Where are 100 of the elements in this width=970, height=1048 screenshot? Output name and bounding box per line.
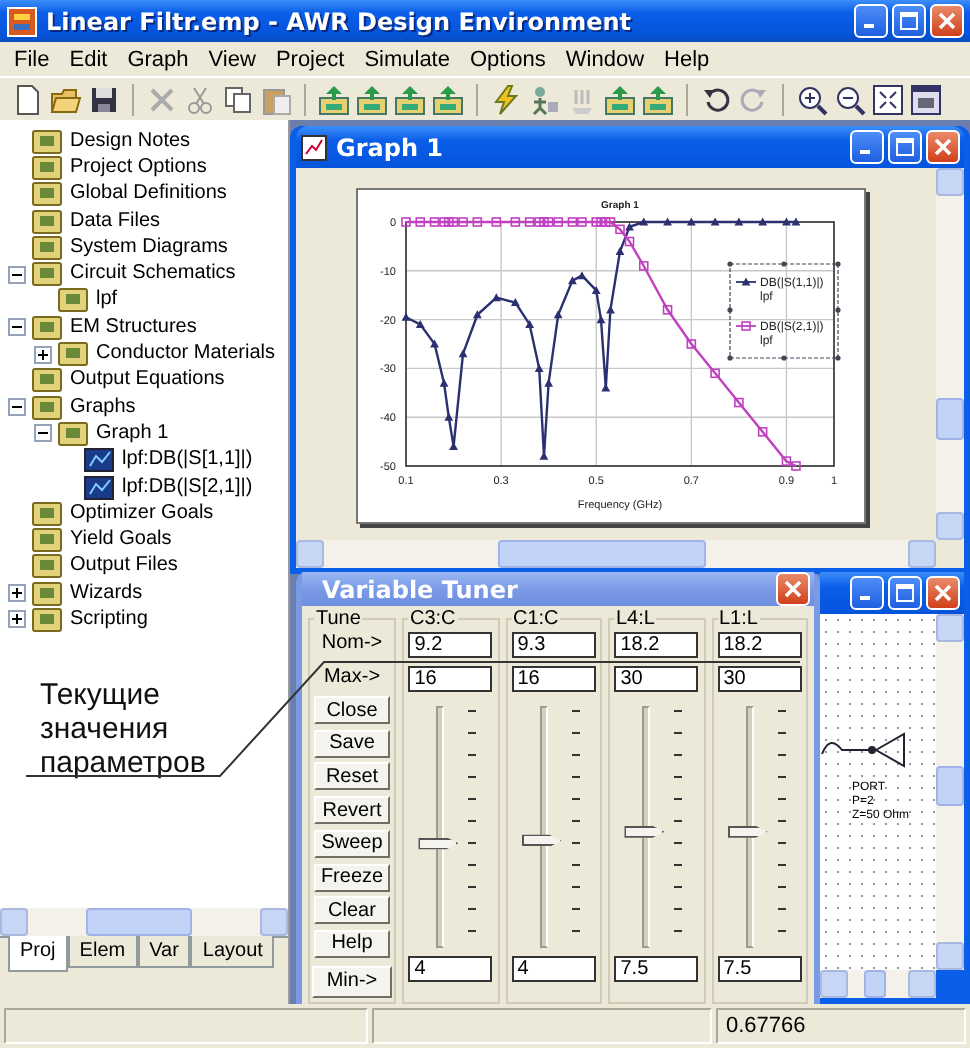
close-button[interactable] bbox=[930, 4, 964, 38]
min-field[interactable]: 7.5 bbox=[717, 956, 802, 982]
tray-arrow-icon[interactable] bbox=[604, 83, 636, 115]
menu-item[interactable]: File bbox=[4, 47, 60, 71]
copy-icon[interactable] bbox=[222, 83, 254, 115]
min-field[interactable]: 7.5 bbox=[614, 956, 699, 982]
slider-thumb[interactable] bbox=[624, 825, 665, 838]
menu-item[interactable]: Project bbox=[265, 47, 355, 71]
tuner-button[interactable]: Help bbox=[314, 929, 390, 958]
expand-toggle[interactable] bbox=[8, 584, 26, 603]
fit-view-icon[interactable] bbox=[872, 83, 904, 115]
window-icon[interactable] bbox=[910, 83, 942, 115]
save-icon[interactable] bbox=[88, 83, 120, 115]
tree-item[interactable]: Yield Goals bbox=[68, 528, 174, 553]
max-field[interactable]: 30 bbox=[614, 666, 699, 692]
collapse-toggle[interactable] bbox=[8, 265, 26, 284]
horizontal-scrollbar[interactable] bbox=[820, 970, 936, 998]
tree-item[interactable]: lpf:DB(|S[2,1]|) bbox=[120, 475, 255, 499]
lightning-icon[interactable] bbox=[490, 83, 522, 115]
minimize-button[interactable] bbox=[854, 4, 888, 38]
vertical-scrollbar[interactable] bbox=[936, 614, 964, 970]
vertical-scrollbar[interactable] bbox=[936, 168, 964, 540]
menu-item[interactable]: View bbox=[198, 47, 266, 71]
tray-arrow-icon[interactable] bbox=[356, 83, 388, 115]
figure-icon[interactable] bbox=[528, 83, 560, 115]
menu-item[interactable]: Graph bbox=[117, 47, 199, 71]
min-field[interactable]: 4 bbox=[408, 956, 493, 982]
tray-arrow-icon[interactable] bbox=[642, 83, 674, 115]
menu-item[interactable]: Edit bbox=[59, 47, 118, 71]
data-point bbox=[639, 217, 649, 226]
tray-arrow-icon[interactable] bbox=[318, 83, 350, 115]
maximize-button[interactable] bbox=[892, 4, 926, 38]
undo-icon[interactable] bbox=[700, 83, 732, 115]
nominal-field[interactable]: 9.2 bbox=[408, 632, 493, 658]
slider-thumb[interactable] bbox=[727, 825, 768, 838]
tuner-button[interactable]: Reset bbox=[314, 762, 390, 791]
close-button[interactable] bbox=[926, 130, 960, 164]
maximize-button[interactable] bbox=[888, 576, 922, 610]
min-field[interactable]: 4 bbox=[511, 956, 596, 982]
new-file-icon[interactable] bbox=[12, 83, 44, 115]
tuner-button[interactable]: Sweep bbox=[314, 829, 390, 858]
tree-item[interactable]: Scripting bbox=[68, 607, 150, 632]
horizontal-scrollbar[interactable] bbox=[296, 540, 936, 568]
tree-item[interactable]: Project Options bbox=[68, 155, 209, 180]
tree-item[interactable]: Global Definitions bbox=[68, 182, 229, 207]
tree-item[interactable]: lpf bbox=[94, 288, 120, 313]
zoom-out-icon[interactable] bbox=[834, 83, 866, 115]
nominal-field[interactable]: 18.2 bbox=[717, 632, 802, 658]
tree-item[interactable]: lpf:DB(|S[1,1]|) bbox=[120, 448, 255, 473]
close-button[interactable] bbox=[926, 576, 960, 610]
slider-thumb[interactable] bbox=[521, 834, 562, 847]
tree-item[interactable]: Circuit Schematics bbox=[68, 262, 238, 287]
panel-tab[interactable]: Elem bbox=[67, 936, 138, 968]
panel-tab[interactable]: Proj bbox=[8, 936, 68, 972]
data-point bbox=[415, 320, 425, 329]
collapse-toggle[interactable] bbox=[34, 424, 52, 443]
paste-icon[interactable] bbox=[260, 83, 292, 115]
expand-toggle[interactable] bbox=[8, 610, 26, 629]
tree-item[interactable]: Graphs bbox=[68, 395, 138, 420]
menu-item[interactable]: Options bbox=[459, 47, 556, 71]
tree-item[interactable]: Optimizer Goals bbox=[68, 501, 216, 526]
tuner-button[interactable]: Freeze bbox=[314, 863, 390, 892]
menu-item[interactable]: Window bbox=[555, 47, 655, 71]
tree-item[interactable]: Graph 1 bbox=[94, 421, 171, 446]
data-point bbox=[449, 442, 458, 451]
collapse-toggle[interactable] bbox=[8, 318, 26, 337]
panel-tab[interactable]: Layout bbox=[190, 936, 275, 968]
tree-item[interactable]: Output Files bbox=[68, 554, 180, 579]
panel-tab[interactable]: Var bbox=[137, 936, 191, 968]
tree-item[interactable]: Conductor Materials bbox=[94, 342, 277, 367]
zoom-in-icon[interactable] bbox=[796, 83, 828, 115]
tree-item[interactable]: EM Structures bbox=[68, 315, 199, 340]
menu-item[interactable]: Simulate bbox=[354, 47, 460, 71]
collapse-toggle[interactable] bbox=[8, 398, 26, 417]
tray-arrow-icon[interactable] bbox=[432, 83, 464, 115]
folder-icon bbox=[32, 315, 62, 340]
tuner-button[interactable]: Revert bbox=[314, 796, 390, 825]
open-folder-icon[interactable] bbox=[50, 83, 82, 115]
minimize-button[interactable] bbox=[850, 130, 884, 164]
minimize-button[interactable] bbox=[850, 576, 884, 610]
tuner-button[interactable]: Clear bbox=[314, 896, 390, 925]
max-field[interactable]: 16 bbox=[408, 666, 493, 692]
tray-arrow-icon[interactable] bbox=[394, 83, 426, 115]
tree-item[interactable]: Data Files bbox=[68, 209, 163, 234]
max-field[interactable]: 30 bbox=[717, 666, 802, 692]
slider-thumb[interactable] bbox=[418, 837, 459, 850]
tree-item[interactable]: Wizards bbox=[68, 581, 145, 606]
max-field[interactable]: 16 bbox=[511, 666, 596, 692]
expand-toggle[interactable] bbox=[34, 345, 52, 364]
tree-item[interactable]: Output Equations bbox=[68, 368, 227, 393]
menu-item[interactable]: Help bbox=[654, 47, 720, 71]
maximize-button[interactable] bbox=[888, 130, 922, 164]
nominal-field[interactable]: 18.2 bbox=[614, 632, 699, 658]
horizontal-scrollbar[interactable] bbox=[0, 908, 288, 936]
tuner-button[interactable]: Close bbox=[314, 696, 390, 724]
close-button[interactable] bbox=[776, 572, 810, 606]
tree-item[interactable]: Design Notes bbox=[68, 129, 193, 154]
tree-item[interactable]: System Diagrams bbox=[68, 235, 230, 260]
nominal-field[interactable]: 9.3 bbox=[511, 632, 596, 658]
tuner-button[interactable]: Save bbox=[314, 729, 390, 758]
